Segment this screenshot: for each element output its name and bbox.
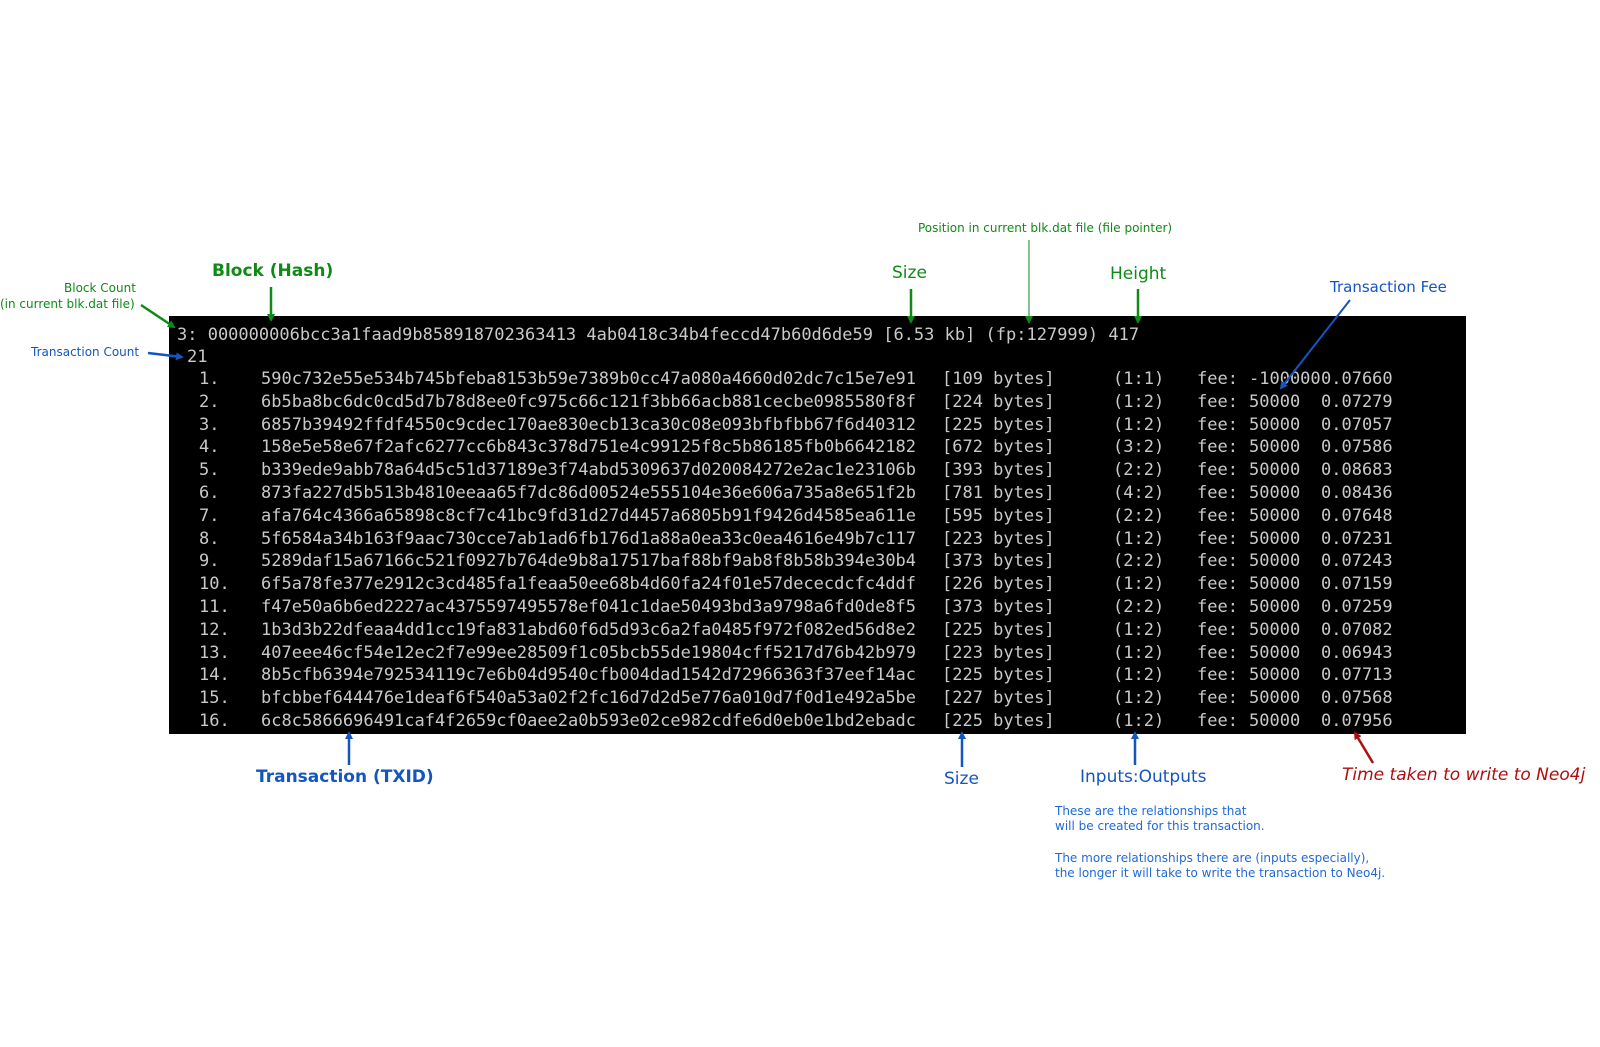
time-taken-arrow bbox=[1353, 731, 1375, 764]
transaction-count-arrow bbox=[147, 351, 184, 361]
block-count-arrow bbox=[140, 303, 176, 329]
annotation-arrows bbox=[140, 240, 1375, 767]
transaction-fee-arrow bbox=[1279, 299, 1351, 390]
